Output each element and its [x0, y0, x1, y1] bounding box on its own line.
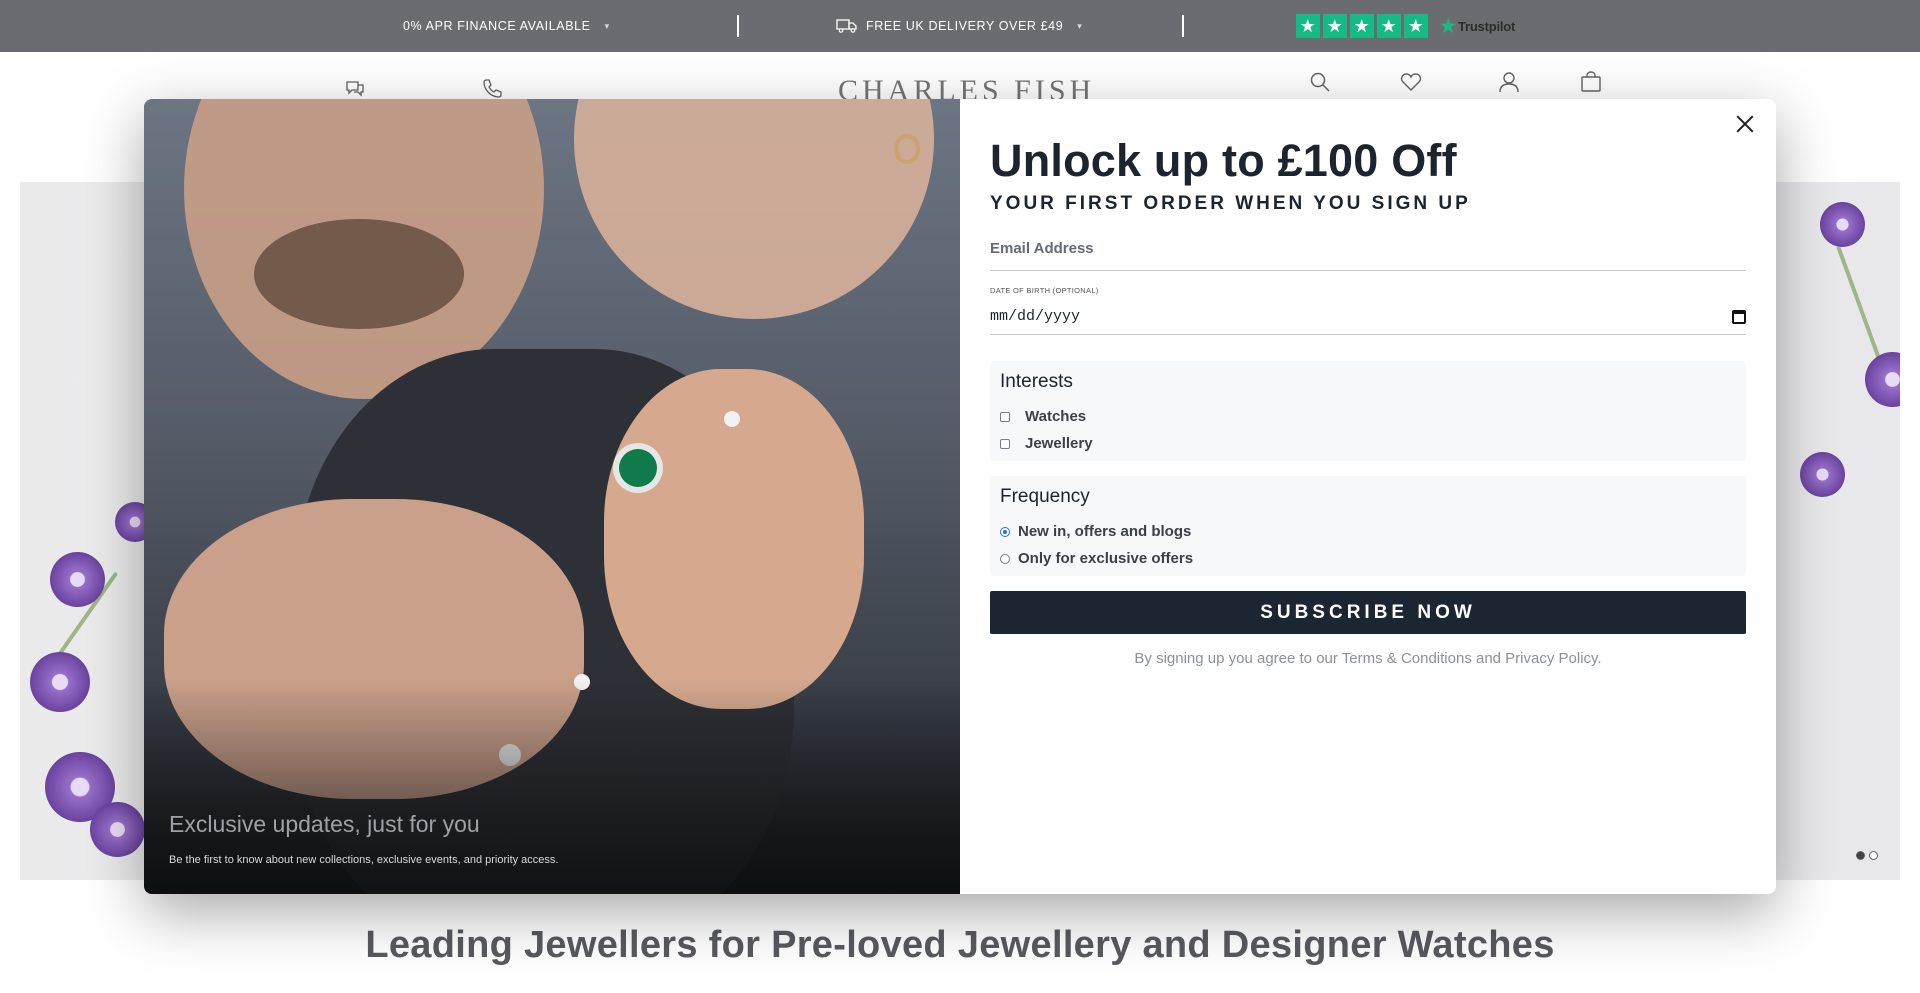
close-icon[interactable]: [1732, 111, 1758, 137]
option-label: New in, offers and blogs: [1018, 523, 1192, 540]
dob-label: DATE OF BIRTH (OPTIONAL): [990, 286, 1099, 295]
frequency-option-exclusive[interactable]: Only for exclusive offers: [1000, 545, 1736, 572]
terms-text: By signing up you agree to our Terms & C…: [1134, 650, 1602, 667]
frequency-title: Frequency: [1000, 486, 1090, 507]
new-in-radio[interactable]: [1000, 526, 1010, 537]
modal-title: Unlock up to £100 Off: [990, 135, 1457, 186]
option-label: Only for exclusive offers: [1018, 550, 1194, 567]
photo-beard: [254, 219, 464, 329]
photo-face-right: [574, 99, 934, 319]
exclusive-radio[interactable]: [1000, 553, 1010, 564]
watches-checkbox[interactable]: [1000, 411, 1010, 422]
signup-modal: Exclusive updates, just for you Be the f…: [144, 99, 1776, 894]
photo-caption: Exclusive updates, just for you Be the f…: [169, 811, 558, 866]
email-field[interactable]: [990, 227, 1746, 271]
emerald-ring: [619, 449, 657, 487]
dob-field[interactable]: mm/dd/yyyy: [990, 299, 1746, 335]
frequency-option-new-in[interactable]: New in, offers and blogs: [1000, 518, 1736, 545]
subscribe-button[interactable]: SUBSCRIBE NOW: [990, 591, 1746, 634]
modal-photo: Exclusive updates, just for you Be the f…: [144, 99, 960, 894]
photo-caption-subtitle: Be the first to know about new collectio…: [169, 854, 559, 866]
modal-subtitle: YOUR FIRST ORDER WHEN YOU SIGN UP: [990, 193, 1471, 214]
option-label: Watches: [1025, 408, 1087, 425]
photo-caption-title: Exclusive updates, just for you: [169, 811, 480, 837]
calendar-icon[interactable]: [1732, 309, 1746, 324]
gold-earring: [894, 134, 920, 164]
dob-value: mm/dd/yyyy: [990, 308, 1081, 325]
interest-option-jewellery[interactable]: Jewellery: [1000, 430, 1736, 457]
diamond-ring: [724, 411, 740, 427]
signup-form: Unlock up to £100 Off YOUR FIRST ORDER W…: [990, 99, 1746, 894]
option-label: Jewellery: [1025, 435, 1093, 452]
interest-option-watches[interactable]: Watches: [1000, 403, 1736, 430]
interests-group: Interests Watches Jewellery: [990, 361, 1746, 461]
interests-title: Interests: [1000, 371, 1073, 392]
frequency-group: Frequency New in, offers and blogs Only …: [990, 476, 1746, 576]
jewellery-checkbox[interactable]: [1000, 438, 1010, 449]
